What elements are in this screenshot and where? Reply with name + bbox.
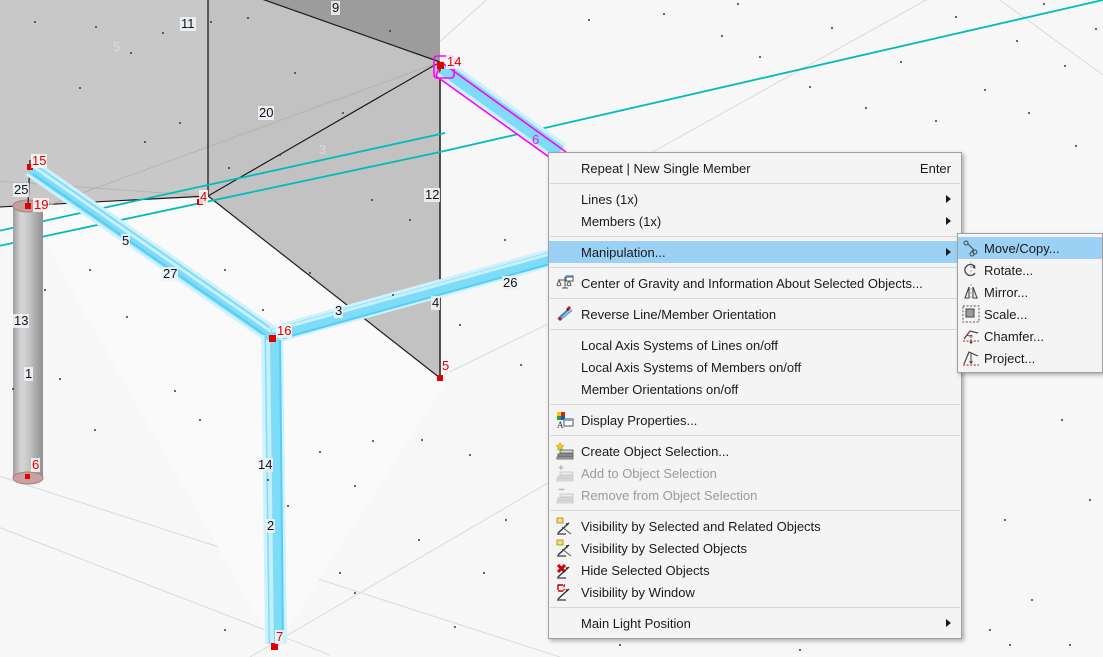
project-icon [958, 348, 984, 368]
menu-separator [550, 607, 960, 608]
visibility-selected-icon [549, 538, 581, 558]
visibility-window-icon [549, 582, 581, 602]
menu-item-label: Create Object Selection... [581, 443, 730, 459]
menu-item-label: Manipulation... [581, 244, 666, 260]
menu-item-vis-selected[interactable]: Visibility by Selected Objects [549, 537, 961, 559]
svg-text:A: A [557, 420, 564, 429]
concrete-column-member-1 [12, 199, 44, 485]
menu-separator [550, 329, 960, 330]
menu-item-member-orient[interactable]: Member Orientations on/off [549, 378, 961, 400]
submenu-item-chamfer[interactable]: a Chamfer... [958, 325, 1102, 347]
menu-item-label: Members (1x) [581, 213, 662, 229]
menu-item-label: Display Properties... [581, 412, 698, 428]
submenu-item-label: Move/Copy... [984, 240, 1060, 256]
chevron-right-icon [946, 195, 951, 203]
menu-item-remove-selection: Remove from Object Selection [549, 484, 961, 506]
chevron-right-icon [946, 248, 951, 256]
chevron-right-icon [946, 619, 951, 627]
menu-item-label: Local Axis Systems of Lines on/off [581, 337, 779, 353]
menu-item-manipulation[interactable]: Manipulation... [549, 241, 961, 263]
submenu-item-scale[interactable]: Scale... [958, 303, 1102, 325]
menu-item-label: Center of Gravity and Information About … [581, 275, 923, 291]
menu-item-label: Local Axis Systems of Members on/off [581, 359, 802, 375]
menu-item-display-props[interactable]: A Display Properties... [549, 409, 961, 431]
menu-item-label: Main Light Position [581, 615, 691, 631]
chevron-right-icon [946, 217, 951, 225]
menu-item-label: Visibility by Selected Objects [581, 540, 747, 556]
menu-separator [550, 404, 960, 405]
menu-item-vis-selected-related[interactable]: Visibility by Selected and Related Objec… [549, 515, 961, 537]
move-copy-icon [958, 238, 984, 258]
menu-item-icon-placeholder [549, 189, 581, 209]
menu-separator [550, 183, 960, 184]
scales-icon [549, 273, 581, 293]
create-selection-icon [549, 441, 581, 461]
submenu-item-label: Mirror... [984, 284, 1029, 300]
menu-item-icon-placeholder [549, 211, 581, 231]
submenu-item-rotate[interactable]: Rotate... [958, 259, 1102, 281]
selected-member-6 [433, 55, 567, 163]
menu-item-hide-selected[interactable]: Hide Selected Objects [549, 559, 961, 581]
menu-item-lines[interactable]: Lines (1x) [549, 188, 961, 210]
menu-item-vis-window[interactable]: Visibility by Window [549, 581, 961, 603]
menu-item-label: Lines (1x) [581, 191, 639, 207]
menu-item-label: Reverse Line/Member Orientation [581, 306, 777, 322]
menu-item-axis-members[interactable]: Local Axis Systems of Members on/off [549, 356, 961, 378]
add-selection-icon [549, 463, 581, 483]
menu-item-reverse-orient[interactable]: Reverse Line/Member Orientation [549, 303, 961, 325]
menu-item-add-selection: Add to Object Selection [549, 462, 961, 484]
scale-icon [958, 304, 984, 324]
submenu-item-project[interactable]: Project... [958, 347, 1102, 369]
submenu-item-mirror[interactable]: Mirror... [958, 281, 1102, 303]
menu-item-main-light[interactable]: Main Light Position [549, 612, 961, 634]
menu-item-icon-placeholder [549, 613, 581, 633]
menu-item-accelerator: Enter [919, 160, 951, 176]
menu-item-members[interactable]: Members (1x) [549, 210, 961, 232]
mirror-icon [958, 282, 984, 302]
visibility-related-icon [549, 516, 581, 536]
menu-separator [550, 236, 960, 237]
menu-item-icon-placeholder [549, 379, 581, 399]
reverse-arrows-icon [549, 304, 581, 324]
menu-item-label: Remove from Object Selection [581, 487, 758, 503]
menu-item-axis-lines[interactable]: Local Axis Systems of Lines on/off [549, 334, 961, 356]
menu-item-icon-placeholder [549, 158, 581, 178]
menu-item-label: Repeat | New Single Member [581, 160, 751, 176]
remove-selection-icon [549, 485, 581, 505]
menu-item-label: Visibility by Selected and Related Objec… [581, 518, 821, 534]
menu-item-icon-placeholder [549, 335, 581, 355]
submenu-item-label: Rotate... [984, 262, 1034, 278]
submenu-item-label: Chamfer... [984, 328, 1044, 344]
chamfer-icon: a [958, 326, 984, 346]
svg-text:a: a [970, 334, 973, 340]
display-properties-icon: A [549, 410, 581, 430]
menu-separator [550, 267, 960, 268]
hide-objects-icon [549, 560, 581, 580]
member-14 [261, 334, 287, 645]
submenu-item-move-copy[interactable]: Move/Copy... [958, 237, 1102, 259]
menu-separator [550, 510, 960, 511]
menu-separator [550, 435, 960, 436]
submenu-item-label: Project... [984, 350, 1036, 366]
menu-separator [550, 298, 960, 299]
menu-item-label: Visibility by Window [581, 584, 695, 600]
menu-item-label: Hide Selected Objects [581, 562, 710, 578]
menu-item-icon-placeholder [549, 242, 581, 262]
menu-item-create-selection[interactable]: Create Object Selection... [549, 440, 961, 462]
manipulation-submenu[interactable]: Move/Copy... Rotate... Mirror... Scale... a C… [957, 233, 1103, 373]
menu-item-label: Add to Object Selection [581, 465, 717, 481]
object-context-menu[interactable]: Repeat | New Single Member Enter Lines (1x… [548, 152, 962, 639]
menu-item-label: Member Orientations on/off [581, 381, 739, 397]
menu-item-repeat[interactable]: Repeat | New Single Member Enter [549, 157, 961, 179]
rotate-icon [958, 260, 984, 280]
menu-item-icon-placeholder [549, 357, 581, 377]
submenu-item-label: Scale... [984, 306, 1028, 322]
menu-item-center-of-gravity[interactable]: Center of Gravity and Information About … [549, 272, 961, 294]
